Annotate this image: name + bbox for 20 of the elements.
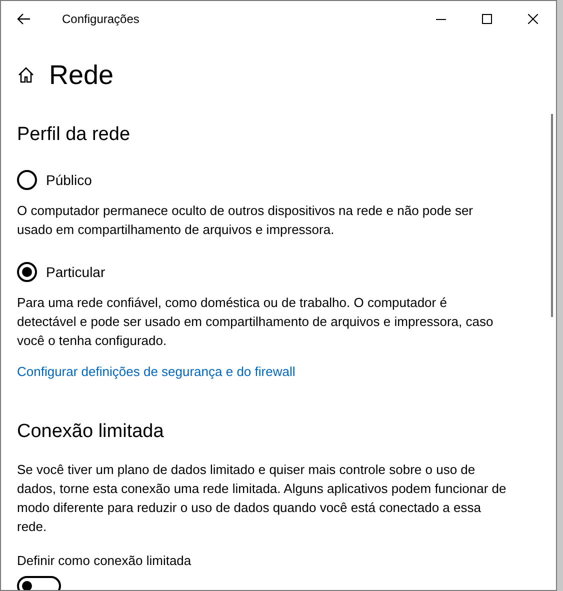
- toggle-switch[interactable]: [17, 576, 61, 590]
- option-description: Para uma rede confiável, como doméstica ou de trabalho. O computador é detectável e pode ser usado em compartilhamento de arquivos e impressora, caso você o tenha configurado.: [17, 294, 494, 350]
- toggle-label: Definir como conexão limitada: [17, 552, 192, 570]
- option-description: O computador permanece oculto de outros dispositivos na rede e não pode ser usado em compartilhamento de arquivos e impressora.: [17, 202, 474, 239]
- radio-label: Público: [46, 170, 92, 190]
- radio-label: Particular: [46, 262, 106, 282]
- minimize-icon: [436, 18, 446, 20]
- radio-button[interactable]: [17, 170, 37, 190]
- maximize-icon: [482, 14, 492, 24]
- scrollbar-thumb[interactable]: [551, 114, 553, 317]
- back-arrow-icon: [17, 13, 31, 25]
- section-heading: Perfil da rede: [17, 123, 132, 147]
- radio-button[interactable]: [17, 262, 37, 282]
- metered-description: Se você tiver um plano de dados limitado e quiser mais controle sobre o uso de dados, torne esta conexão uma rede limitada. Alguns aplicativos podem funcionar de modo diferente para reduzir o uso de dados quando você está conectado a essa rede.: [17, 460, 508, 536]
- close-icon: [528, 14, 538, 24]
- section-heading: Conexão limitada: [17, 420, 165, 444]
- page-title: Rede: [49, 62, 114, 88]
- home-icon: [17, 66, 35, 84]
- window-title: Configurações: [62, 11, 140, 28]
- firewall-link[interactable]: Configurar definições de segurança e do firewall: [17, 362, 296, 382]
